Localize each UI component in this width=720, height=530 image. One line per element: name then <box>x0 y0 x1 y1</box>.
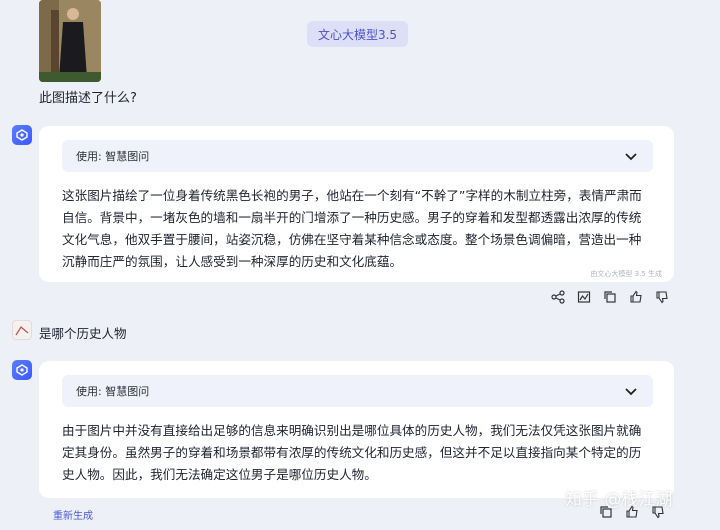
user-question-1: 此图描述了什么? <box>39 91 137 106</box>
answer-actions <box>551 290 669 304</box>
tool-label: 使用: 智慧图问 <box>76 150 150 163</box>
bot-avatar-icon <box>12 360 32 380</box>
chevron-down-icon[interactable] <box>623 148 639 164</box>
answer-text: 由于图片中并没有直接给出足够的信息来明确识别出是哪位具体的历史人物，我们无法仅凭… <box>62 423 642 482</box>
copy-icon[interactable] <box>603 290 617 304</box>
thumbs-down-icon[interactable] <box>655 290 669 304</box>
answer-card-1: 使用: 智慧图问 这张图片描绘了一位身着传统黑色长袍的男子，他站在一个刻有“不幹… <box>39 126 674 282</box>
answer-card-2: 使用: 智慧图问 由于图片中并没有直接给出足够的信息来明确识别出是哪位具体的历史… <box>39 361 674 498</box>
generated-by-note: 由文心大模型 3.5 生成 <box>590 270 662 278</box>
user-avatar <box>12 320 32 340</box>
thumbs-up-icon[interactable] <box>629 290 643 304</box>
uploaded-photo[interactable] <box>39 0 101 82</box>
chart-icon[interactable] <box>577 290 591 304</box>
bot-avatar-icon <box>12 125 32 145</box>
regenerate-button[interactable]: 重新生成 <box>53 507 93 522</box>
tool-usage-row[interactable]: 使用: 智慧图问 <box>62 140 653 172</box>
chevron-down-icon[interactable] <box>623 383 639 399</box>
tool-usage-row[interactable]: 使用: 智慧图问 <box>62 375 653 407</box>
watermark: 知乎 @栈江湖 <box>565 490 673 510</box>
model-badge[interactable]: 文心大模型3.5 <box>307 21 408 47</box>
share-icon[interactable] <box>551 290 565 304</box>
user-question-2: 是哪个历史人物 <box>39 326 127 341</box>
tool-label: 使用: 智慧图问 <box>76 385 150 398</box>
answer-text: 这张图片描绘了一位身着传统黑色长袍的男子，他站在一个刻有“不幹了”字样的木制立柱… <box>62 188 642 269</box>
